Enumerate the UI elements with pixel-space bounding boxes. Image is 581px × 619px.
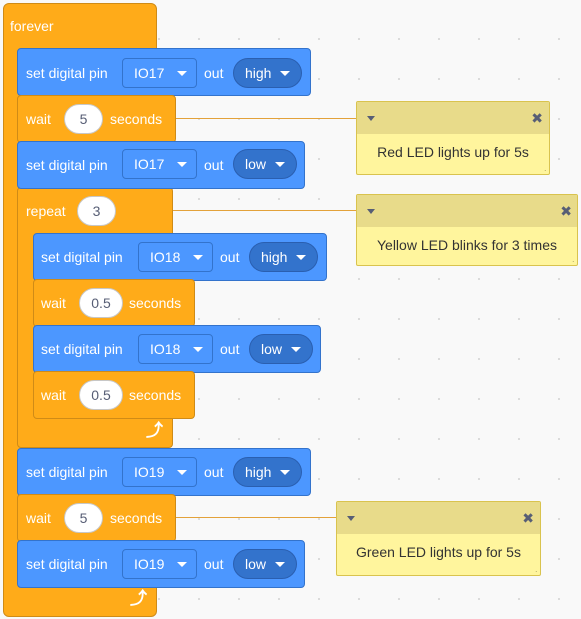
comment-header[interactable]: ✖ bbox=[357, 102, 549, 134]
set-digital-pin-label: set digital pin bbox=[26, 65, 108, 81]
level-dropdown[interactable]: low bbox=[249, 334, 313, 364]
out-label: out bbox=[204, 556, 224, 572]
level-dropdown[interactable]: low bbox=[233, 149, 297, 179]
level-value: low bbox=[261, 341, 283, 357]
level-value: high bbox=[261, 249, 288, 265]
repeat-count-input[interactable]: 3 bbox=[77, 196, 116, 226]
caret-down-icon bbox=[291, 347, 301, 352]
code-canvas[interactable]: { "blocks": { "forever": { "label": "for… bbox=[0, 0, 581, 619]
wait-label: wait bbox=[26, 510, 51, 526]
level-dropdown[interactable]: low bbox=[233, 549, 297, 579]
wait-seconds-input[interactable]: 5 bbox=[64, 104, 103, 134]
collapse-triangle-icon[interactable] bbox=[347, 516, 355, 521]
comment-text[interactable]: Yellow LED blinks for 3 times bbox=[357, 235, 577, 255]
close-icon[interactable]: ✖ bbox=[560, 203, 572, 219]
caret-down-icon bbox=[280, 470, 290, 475]
set-digital-pin-label: set digital pin bbox=[41, 249, 123, 265]
comment-header[interactable]: ✖ bbox=[337, 502, 540, 534]
wait-label: wait bbox=[41, 387, 66, 403]
pin-value: IO17 bbox=[134, 156, 165, 172]
pin-dropdown[interactable]: IO17 bbox=[122, 149, 197, 179]
comment-note[interactable]: ✖ Yellow LED blinks for 3 times bbox=[356, 194, 578, 266]
collapse-triangle-icon[interactable] bbox=[367, 209, 375, 214]
caret-down-icon bbox=[275, 562, 285, 567]
close-icon[interactable]: ✖ bbox=[531, 110, 543, 126]
level-dropdown[interactable]: high bbox=[233, 58, 302, 88]
out-label: out bbox=[220, 249, 240, 265]
pin-value: IO19 bbox=[134, 464, 165, 480]
forever-label: forever bbox=[10, 18, 54, 34]
resize-grip-icon[interactable] bbox=[527, 562, 537, 572]
set-digital-pin-label: set digital pin bbox=[41, 341, 123, 357]
wait-label: wait bbox=[26, 111, 51, 127]
caret-down-icon bbox=[193, 347, 203, 352]
caret-down-icon bbox=[296, 255, 306, 260]
loop-arrow-icon: ⤴ bbox=[146, 421, 163, 440]
comment-header[interactable]: ✖ bbox=[357, 195, 577, 227]
comment-note[interactable]: ✖ Red LED lights up for 5s bbox=[356, 101, 550, 175]
comment-connector bbox=[176, 517, 336, 518]
collapse-triangle-icon[interactable] bbox=[367, 116, 375, 121]
level-value: low bbox=[245, 556, 267, 572]
level-value: high bbox=[245, 65, 272, 81]
repeat-label: repeat bbox=[26, 203, 66, 219]
resize-grip-icon[interactable] bbox=[536, 161, 546, 171]
resize-grip-icon[interactable] bbox=[564, 252, 574, 262]
comment-note[interactable]: ✖ Green LED lights up for 5s bbox=[336, 501, 541, 576]
caret-down-icon bbox=[275, 162, 285, 167]
loop-arrow-icon: ⤴ bbox=[130, 589, 147, 608]
comment-text[interactable]: Green LED lights up for 5s bbox=[337, 542, 540, 562]
comment-connector bbox=[173, 210, 357, 211]
out-label: out bbox=[204, 464, 224, 480]
level-value: low bbox=[245, 156, 267, 172]
pin-value: IO19 bbox=[134, 556, 165, 572]
out-label: out bbox=[204, 65, 224, 81]
wait-seconds-input[interactable]: 5 bbox=[64, 503, 103, 533]
level-dropdown[interactable]: high bbox=[249, 242, 318, 272]
seconds-label: seconds bbox=[110, 510, 163, 526]
close-icon[interactable]: ✖ bbox=[522, 510, 534, 526]
out-label: out bbox=[220, 341, 240, 357]
caret-down-icon bbox=[193, 255, 203, 260]
set-digital-pin-label: set digital pin bbox=[26, 556, 108, 572]
level-dropdown[interactable]: high bbox=[233, 457, 302, 487]
pin-value: IO18 bbox=[150, 341, 181, 357]
wait-label: wait bbox=[41, 295, 66, 311]
pin-dropdown[interactable]: IO17 bbox=[122, 58, 197, 88]
level-value: high bbox=[245, 464, 272, 480]
caret-down-icon bbox=[177, 562, 187, 567]
comment-text[interactable]: Red LED lights up for 5s bbox=[357, 142, 549, 162]
caret-down-icon bbox=[177, 71, 187, 76]
caret-down-icon bbox=[177, 162, 187, 167]
wait-seconds-input[interactable]: 0.5 bbox=[79, 380, 123, 410]
seconds-label: seconds bbox=[129, 295, 182, 311]
caret-down-icon bbox=[177, 470, 187, 475]
pin-value: IO17 bbox=[134, 65, 165, 81]
set-digital-pin-label: set digital pin bbox=[26, 464, 108, 480]
pin-dropdown[interactable]: IO19 bbox=[122, 549, 197, 579]
seconds-label: seconds bbox=[110, 111, 163, 127]
pin-dropdown[interactable]: IO18 bbox=[138, 334, 213, 364]
seconds-label: seconds bbox=[129, 387, 182, 403]
out-label: out bbox=[204, 157, 224, 173]
set-digital-pin-label: set digital pin bbox=[26, 157, 108, 173]
caret-down-icon bbox=[280, 71, 290, 76]
wait-seconds-input[interactable]: 0.5 bbox=[79, 288, 123, 318]
pin-dropdown[interactable]: IO19 bbox=[122, 457, 197, 487]
pin-value: IO18 bbox=[150, 249, 181, 265]
pin-dropdown[interactable]: IO18 bbox=[138, 242, 213, 272]
comment-connector bbox=[176, 118, 357, 119]
